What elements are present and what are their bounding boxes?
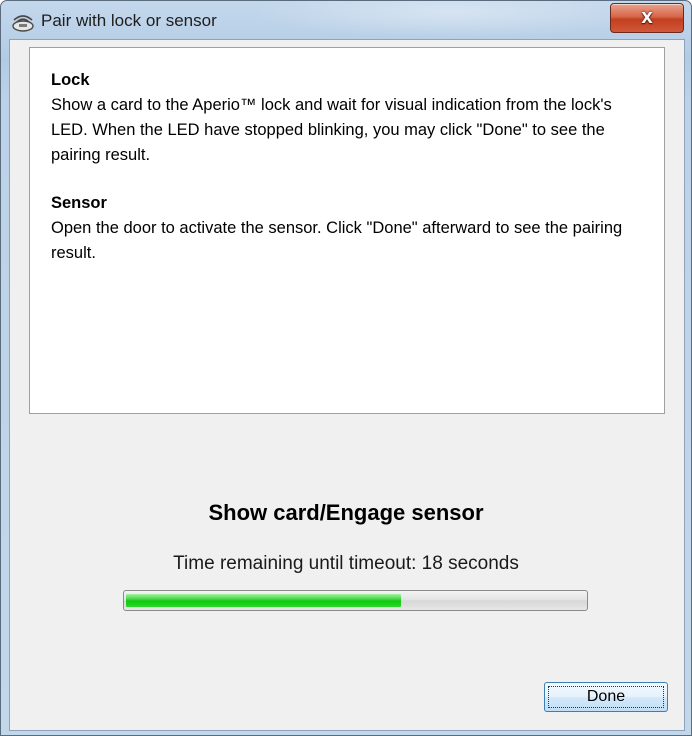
title-bar[interactable]: Pair with lock or sensor X — [1, 1, 691, 39]
timeout-progress-bar — [123, 590, 588, 611]
close-icon: X — [641, 9, 653, 27]
timeout-countdown: Time remaining until timeout: 18 seconds — [173, 553, 519, 574]
status-title: Show card/Engage sensor — [208, 500, 484, 525]
progress-fill — [126, 594, 401, 607]
window-title: Pair with lock or sensor — [41, 11, 217, 30]
wireless-lock-icon — [11, 11, 35, 33]
close-button[interactable]: X — [610, 3, 684, 33]
lock-instructions: Show a card to the Aperio™ lock and wait… — [51, 96, 612, 164]
done-button-label: Done — [586, 688, 626, 705]
sensor-heading: Sensor — [51, 194, 107, 212]
instructions-panel: Lock Show a card to the Aperio™ lock and… — [29, 47, 665, 414]
sensor-instructions: Open the door to activate the sensor. Cl… — [51, 219, 623, 262]
title-bar-glow — [251, 1, 651, 39]
lock-heading: Lock — [51, 71, 90, 89]
done-button[interactable]: Done — [544, 682, 668, 712]
instructions-content: Lock Show a card to the Aperio™ lock and… — [51, 68, 651, 266]
